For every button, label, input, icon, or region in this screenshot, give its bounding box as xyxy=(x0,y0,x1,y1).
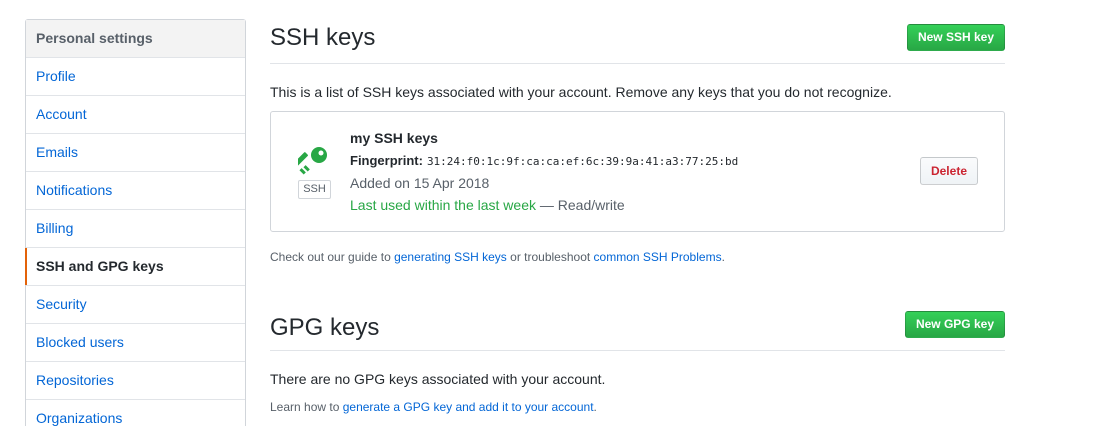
new-gpg-key-button[interactable]: New GPG key xyxy=(904,311,1005,338)
generating-ssh-keys-link[interactable]: generating SSH keys xyxy=(394,250,507,264)
last-used-separator: — xyxy=(536,197,558,213)
ssh-note-suffix: . xyxy=(721,250,725,264)
ssh-key-type-label: SSH xyxy=(298,180,331,199)
ssh-keys-description: This is a list of SSH keys associated wi… xyxy=(270,84,892,100)
sidebar-item-repositories[interactable]: Repositories xyxy=(26,362,245,400)
last-used-text: Last used within the last week xyxy=(350,197,536,213)
fingerprint-value: 31:24:f0:1c:9f:ca:ca:ef:6c:39:9a:41:a3:7… xyxy=(426,155,739,168)
sidebar-item-blocked-users[interactable]: Blocked users xyxy=(26,324,245,362)
settings-sidebar: Personal settings Profile Account Emails… xyxy=(25,19,246,426)
ssh-note-prefix: Check out our guide to xyxy=(270,250,395,264)
delete-ssh-key-button[interactable]: Delete xyxy=(919,157,978,185)
ssh-note-middle: or troubleshoot xyxy=(506,250,594,264)
ssh-key-name: my SSH keys xyxy=(350,130,438,146)
generate-gpg-key-link[interactable]: generate a GPG key and add it to your ac… xyxy=(343,400,594,414)
key-added-date: Added on 15 Apr 2018 xyxy=(350,175,490,191)
gpg-keys-description: There are no GPG keys associated with yo… xyxy=(270,371,606,387)
sidebar-item-notifications[interactable]: Notifications xyxy=(26,172,245,210)
main-content: SSH keys New SSH key This is a list of S… xyxy=(270,0,1005,414)
common-ssh-problems-link[interactable]: common SSH Problems xyxy=(594,250,722,264)
sidebar-item-emails[interactable]: Emails xyxy=(26,134,245,172)
gpg-note-suffix: . xyxy=(593,400,597,414)
gpg-note-prefix: Learn how to xyxy=(270,400,343,414)
fingerprint-label: Fingerprint: xyxy=(350,153,423,168)
ssh-key-item: SSH my SSH keys Fingerprint: 31:24:f0:1c:… xyxy=(270,111,1005,232)
sidebar-header: Personal settings xyxy=(26,20,245,58)
sidebar-item-ssh-gpg-keys[interactable]: SSH and GPG keys xyxy=(25,248,245,286)
sidebar-item-billing[interactable]: Billing xyxy=(26,210,245,248)
gpg-keys-heading: GPG keys xyxy=(270,314,380,341)
ssh-help-note: Check out our guide to generating SSH ke… xyxy=(270,250,725,264)
sidebar-item-account[interactable]: Account xyxy=(26,96,245,134)
ssh-keys-subhead: SSH keys New SSH key xyxy=(270,0,1005,64)
key-icon xyxy=(293,145,330,177)
sidebar-item-organizations[interactable]: Organizations xyxy=(26,400,245,426)
ssh-keys-heading: SSH keys xyxy=(270,24,376,51)
gpg-help-note: Learn how to generate a GPG key and add … xyxy=(270,400,597,414)
sidebar-item-profile[interactable]: Profile xyxy=(26,58,245,96)
sidebar-item-security[interactable]: Security xyxy=(26,286,245,324)
key-last-used: Last used within the last week — Read/wr… xyxy=(350,197,625,213)
gpg-keys-subhead: GPG keys New GPG key xyxy=(270,286,1005,351)
fingerprint-row: Fingerprint: 31:24:f0:1c:9f:ca:ca:ef:6c:3… xyxy=(350,153,738,168)
new-ssh-key-button[interactable]: New SSH key xyxy=(906,24,1005,51)
key-access-level: Read/write xyxy=(557,197,625,213)
